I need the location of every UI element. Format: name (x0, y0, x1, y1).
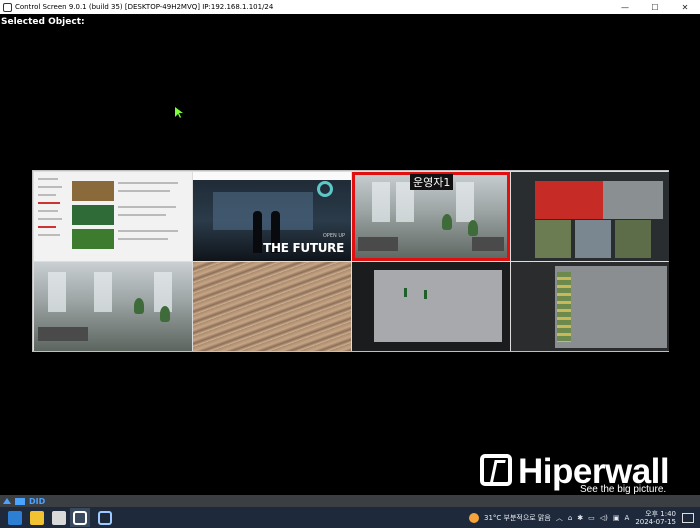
tile-label: 운영자1 (410, 174, 454, 190)
tile-office-camera-1[interactable]: 운영자1 (352, 172, 510, 261)
volume-icon[interactable]: ◁) (600, 514, 608, 522)
article-image (72, 229, 114, 249)
future-subtitle: OPEN UP (322, 233, 345, 239)
mail-icon[interactable] (8, 510, 22, 525)
weather-icon[interactable] (468, 512, 479, 523)
hiperwall-logo: Hiperwall See the big picture. (478, 448, 688, 498)
tile-news-page[interactable] (34, 172, 192, 261)
bluetooth-icon[interactable]: ✱ (577, 514, 583, 522)
hiperwall-logo-icon (480, 454, 512, 486)
display-icon[interactable]: ▣ (613, 514, 620, 522)
text-line (118, 214, 166, 216)
text-line (38, 194, 56, 196)
tile-traffic-dashboard[interactable] (511, 172, 669, 261)
text-line (38, 210, 58, 212)
road-view (603, 181, 663, 219)
display-wall-grid[interactable]: OPEN UP THE FUTURE 운영자1 (32, 170, 669, 352)
pedestrian (404, 288, 407, 297)
battery-icon[interactable]: ▭ (588, 514, 595, 522)
tile-open-up-the-future[interactable]: OPEN UP THE FUTURE (193, 172, 351, 261)
text-line (118, 206, 176, 208)
window (94, 272, 112, 312)
hiperwall-secondary-icon[interactable] (98, 510, 112, 525)
camera-panel (575, 220, 611, 258)
text-line (38, 226, 56, 228)
future-title: THE FUTURE (263, 241, 344, 255)
snipping-tool-icon[interactable] (52, 510, 66, 525)
camera-panel (615, 220, 651, 258)
window (48, 272, 66, 312)
chart-ring-icon (317, 181, 333, 197)
ime-indicator[interactable]: A (625, 514, 630, 522)
file-explorer-icon[interactable] (30, 510, 44, 525)
plant (160, 306, 170, 322)
chevron-up-icon[interactable]: ︿ (556, 513, 563, 523)
data-screen (213, 192, 313, 230)
road-view (555, 266, 667, 348)
clock-time: 오후 1:40 (645, 509, 676, 518)
text-line (38, 178, 58, 180)
pedestrian (424, 290, 427, 299)
text-line (38, 186, 62, 188)
network-icon[interactable]: ⌂ (568, 514, 572, 522)
site-header (193, 172, 351, 180)
app-icon (3, 2, 12, 12)
person-silhouette (253, 211, 262, 253)
tile-road-aerial[interactable] (511, 262, 669, 351)
hiperwall-app-icon (73, 510, 87, 525)
text-line (118, 238, 168, 240)
road-view (374, 270, 502, 342)
tile-aerial-terrain[interactable] (193, 262, 351, 351)
desk (38, 327, 88, 341)
tile-street-camera[interactable] (352, 262, 510, 351)
text-line (118, 230, 178, 232)
close-button[interactable]: ✕ (670, 0, 700, 14)
text-line (118, 182, 178, 184)
maximize-button[interactable]: ☐ (640, 0, 670, 14)
selected-object-label: Selected Object: (1, 17, 85, 27)
parking-row (557, 272, 571, 342)
clock-date: 2024-07-15 (635, 517, 676, 526)
article-image (72, 205, 114, 225)
taskbar: 31°C 부분적으로 맑음 ︿ ⌂ ✱ ▭ ◁) ▣ A 오후 1:40 202… (0, 507, 700, 528)
heatmap-panel (535, 181, 603, 219)
did-toolbar: DID (0, 495, 700, 507)
did-label[interactable]: DID (29, 497, 45, 506)
logo-tagline: See the big picture. (580, 484, 667, 495)
system-tray: 31°C 부분적으로 맑음 ︿ ⌂ ✱ ▭ ◁) ▣ A 오후 1:40 202… (464, 507, 700, 528)
article-image (72, 181, 114, 201)
grid-view-icon[interactable] (15, 497, 25, 505)
clock[interactable]: 오후 1:40 2024-07-15 (635, 510, 676, 526)
tile-office-camera-2[interactable] (34, 262, 192, 351)
notification-icon[interactable] (682, 512, 694, 523)
text-line (38, 218, 62, 220)
minimize-button[interactable]: — (610, 0, 640, 14)
window-title: Control Screen 9.0.1 (build 35) [DESKTOP… (15, 3, 274, 11)
title-bar: Control Screen 9.0.1 (build 35) [DESKTOP… (0, 0, 700, 14)
text-line (38, 202, 60, 204)
plant (134, 298, 144, 314)
weather-text[interactable]: 31°C 부분적으로 맑음 (484, 513, 551, 523)
control-screen-taskbar-button[interactable] (70, 508, 90, 527)
text-line (118, 190, 170, 192)
text-line (38, 234, 60, 236)
expand-up-icon[interactable] (3, 498, 11, 504)
mouse-cursor-icon (175, 107, 183, 118)
camera-panel (535, 220, 571, 258)
